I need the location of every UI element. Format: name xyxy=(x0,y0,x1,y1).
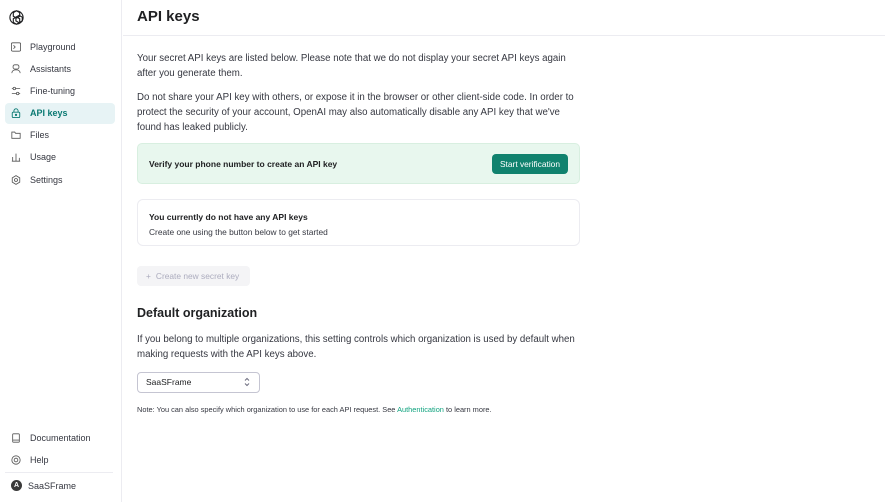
sidebar-nav: Playground Assistants Fine-tuning API ke… xyxy=(5,36,115,191)
empty-keys-title: You currently do not have any API keys xyxy=(149,212,308,222)
sidebar-item-label: Usage xyxy=(30,152,57,163)
help-icon xyxy=(11,455,21,465)
assistants-icon xyxy=(11,64,21,74)
empty-keys-card: You currently do not have any API keys C… xyxy=(137,199,580,246)
sidebar-item-label: Files xyxy=(30,130,50,141)
verify-phone-text: Verify your phone number to create an AP… xyxy=(149,159,338,169)
create-secret-key-button[interactable]: + Create new secret key xyxy=(137,266,250,286)
sidebar: Playground Assistants Fine-tuning API ke… xyxy=(0,0,122,502)
org-switcher[interactable]: A SaaSFrame xyxy=(11,480,76,491)
create-secret-key-label: Create new secret key xyxy=(155,271,240,281)
page-header: API keys xyxy=(123,0,885,36)
default-org-description: If you belong to multiple organizations,… xyxy=(137,334,575,360)
lock-icon xyxy=(11,108,21,119)
org-note: Note: You can also specify which organiz… xyxy=(137,405,492,414)
sidebar-item-label: Settings xyxy=(30,174,63,185)
sidebar-item-label: Assistants xyxy=(30,63,72,74)
avatar: A xyxy=(11,480,22,491)
authentication-link[interactable]: Authentication xyxy=(397,405,444,414)
start-verification-button[interactable]: Start verification xyxy=(491,154,568,174)
intro-text: Your secret API keys are listed below. P… xyxy=(137,53,566,79)
sidebar-item-assistants[interactable]: Assistants xyxy=(5,58,115,79)
sidebar-item-label: Fine-tuning xyxy=(30,85,76,96)
sidebar-item-api-keys[interactable]: API keys xyxy=(5,102,115,124)
sidebar-item-settings[interactable]: Settings xyxy=(5,169,115,190)
sidebar-item-playground[interactable]: Playground xyxy=(5,36,115,57)
empty-keys-subtitle: Create one using the button below to get… xyxy=(149,227,328,237)
sidebar-divider xyxy=(5,472,113,473)
gear-icon xyxy=(11,174,21,185)
default-org-select-value: SaaSFrame xyxy=(146,377,192,387)
openai-logo-icon[interactable] xyxy=(8,9,25,26)
sidebar-item-usage[interactable]: Usage xyxy=(5,147,115,168)
sidebar-item-label: Documentation xyxy=(30,432,91,443)
sidebar-item-label: Playground xyxy=(30,41,76,52)
page-title: API keys xyxy=(137,8,200,25)
verify-phone-banner: Verify your phone number to create an AP… xyxy=(137,143,580,184)
terminal-icon xyxy=(11,41,21,52)
warning-text: Do not share your API key with others, o… xyxy=(137,92,574,133)
sidebar-item-documentation[interactable]: Documentation xyxy=(5,427,115,448)
default-org-select[interactable]: SaaSFrame xyxy=(137,372,260,393)
sidebar-item-label: Help xyxy=(30,454,49,465)
org-note-text-end: to learn more. xyxy=(443,405,492,414)
plus-icon: + xyxy=(146,271,151,281)
bar-chart-icon xyxy=(11,152,21,163)
sidebar-item-files[interactable]: Files xyxy=(5,125,115,146)
book-icon xyxy=(11,432,21,443)
sidebar-bottom-nav: Documentation Help xyxy=(5,427,115,471)
sidebar-item-fine-tuning[interactable]: Fine-tuning xyxy=(5,80,115,101)
sidebar-item-help[interactable]: Help xyxy=(5,449,115,470)
org-name: SaaSFrame xyxy=(28,480,77,491)
folder-icon xyxy=(11,130,21,140)
default-org-title: Default organization xyxy=(137,306,258,320)
sidebar-item-label: API keys xyxy=(30,108,68,119)
org-note-text: Note: You can also specify which organiz… xyxy=(137,405,398,414)
sliders-icon xyxy=(11,86,21,96)
chevron-up-down-icon xyxy=(244,377,250,387)
